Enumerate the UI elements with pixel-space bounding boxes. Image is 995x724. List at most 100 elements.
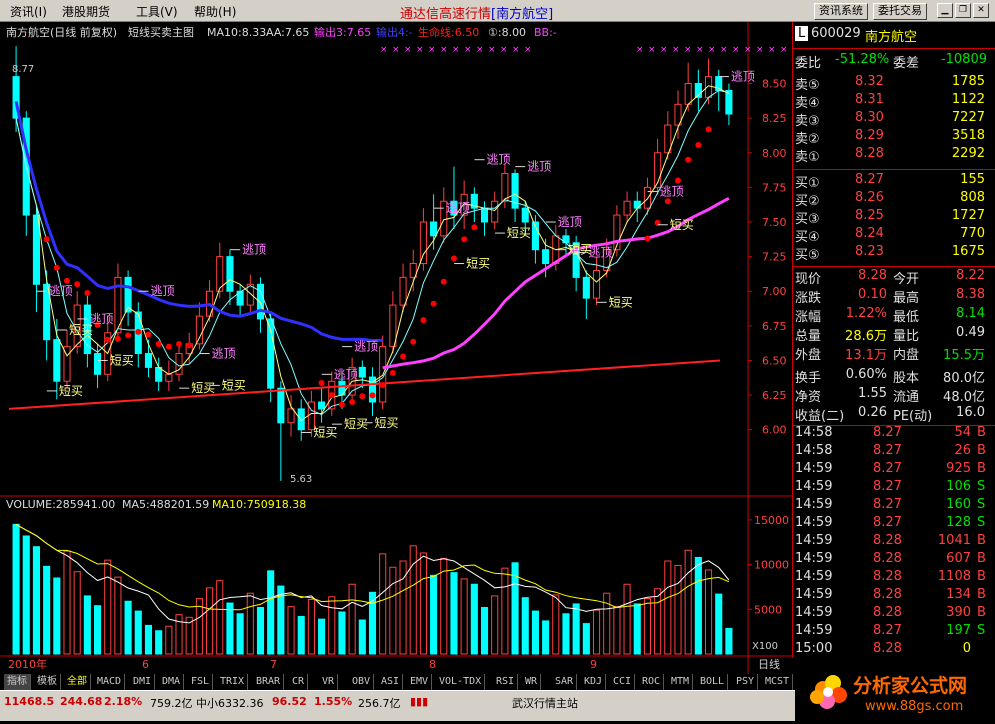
sell-row: 卖② 8.29 3518 xyxy=(793,127,995,147)
tab-rsi[interactable]: RSI xyxy=(493,674,519,690)
buy-price: 8.27 xyxy=(855,172,884,187)
tick-side: S xyxy=(977,515,986,530)
stat-value: 15.5万 xyxy=(943,348,985,363)
tick-price: 8.27 xyxy=(873,461,902,476)
volume-bar xyxy=(114,576,122,655)
life-dot xyxy=(440,278,447,285)
tab-obv[interactable]: OBV xyxy=(349,674,375,690)
tab-vr[interactable]: VR xyxy=(319,674,339,690)
tab-kdj[interactable]: KDJ xyxy=(581,674,607,690)
volume-bar xyxy=(155,630,163,655)
tab-trix[interactable]: TRIX xyxy=(217,674,249,690)
escape-top-label: 逃顶 xyxy=(150,284,174,298)
menu-hk-futures[interactable]: 港股期货 xyxy=(62,3,110,20)
info-system-button[interactable]: 资讯系统 xyxy=(814,3,868,20)
tab-asi[interactable]: ASI xyxy=(378,674,404,690)
minimize-icon[interactable]: ▁ xyxy=(937,3,953,18)
tab-wr[interactable]: WR xyxy=(522,674,542,690)
tab-fsl[interactable]: FSL xyxy=(188,674,214,690)
tab-macd[interactable]: MACD xyxy=(94,674,126,690)
candle-body xyxy=(430,221,438,237)
tab-模板[interactable]: 模板 xyxy=(34,674,61,690)
sell-price: 8.29 xyxy=(855,128,884,143)
menu-help[interactable]: 帮助(H) xyxy=(194,3,236,20)
tick-volume: 1108 xyxy=(937,569,971,584)
menu-info[interactable]: 资讯(I) xyxy=(10,3,47,20)
short-buy-label: 短买 xyxy=(609,295,633,309)
tab-boll[interactable]: BOLL xyxy=(697,674,729,690)
tick-time: 14:58 xyxy=(795,425,833,440)
life-dot xyxy=(685,156,692,163)
volume-bar xyxy=(725,627,733,655)
volume-bar xyxy=(12,523,20,655)
volume-bar xyxy=(328,596,336,655)
tab-cci[interactable]: CCI xyxy=(610,674,636,690)
menu-tools[interactable]: 工具(V) xyxy=(136,3,178,20)
escape-top-label: 逃顶 xyxy=(49,284,73,298)
volume-bar xyxy=(389,566,397,655)
app-title-stock: [南方航空] xyxy=(491,7,554,22)
volume-bar xyxy=(674,564,682,655)
volume-bar xyxy=(450,572,458,655)
short-buy-label: 短买 xyxy=(466,257,490,271)
volume-bar xyxy=(287,606,295,655)
close-icon[interactable]: ✕ xyxy=(973,3,989,18)
stat-value: 1.22% xyxy=(845,306,887,321)
life-dot xyxy=(369,392,376,399)
volume-bar xyxy=(53,577,61,655)
escape-top-label: 逃顶 xyxy=(242,243,266,257)
life-dot xyxy=(43,236,50,243)
signal-marker: × xyxy=(476,45,484,55)
tab-mtm[interactable]: MTM xyxy=(668,674,694,690)
stat-label: PE(动) xyxy=(893,409,933,424)
volume-bar xyxy=(63,550,71,655)
tick-volume: 134 xyxy=(946,587,971,602)
volume-bar xyxy=(491,595,499,655)
candle-body xyxy=(165,373,173,382)
tick-time: 14:59 xyxy=(795,533,833,548)
candle-body xyxy=(318,401,326,410)
escape-top-label: 逃顶 xyxy=(334,367,358,381)
stat-label: 今开 xyxy=(893,272,920,287)
tab-brar[interactable]: BRAR xyxy=(253,674,285,690)
signal-marker: × xyxy=(672,45,680,55)
stat-row: 净资 1.55 流通 48.0亿 xyxy=(793,385,995,405)
escape-top-label: 逃顶 xyxy=(354,340,378,354)
tab-sar[interactable]: SAR xyxy=(552,674,578,690)
tick-row: 14:59 8.27 128 S xyxy=(793,514,995,532)
candle-body xyxy=(277,387,285,424)
candle-body xyxy=(643,186,651,209)
tab-cr[interactable]: CR xyxy=(289,674,309,690)
buy-volume: 1727 xyxy=(951,208,985,223)
life-dot xyxy=(359,393,366,400)
trade-button[interactable]: 委托交易 xyxy=(873,3,927,20)
stat-row: 总量 28.6万 量比 0.49 xyxy=(793,324,995,344)
site-logo: 分析家公式网 www.88gs.com xyxy=(795,665,995,721)
volume-bar xyxy=(715,593,723,655)
tab-指标[interactable]: 指标 xyxy=(4,674,31,690)
stock-name: 南方航空 xyxy=(865,30,918,45)
short-buy-label: 短买 xyxy=(313,425,337,439)
sell-volume: 3518 xyxy=(951,128,985,143)
signal-marker: × xyxy=(440,45,448,55)
signal-marker: × xyxy=(488,45,496,55)
escape-top-label: 逃顶 xyxy=(89,312,113,326)
tab-dmi[interactable]: DMI xyxy=(130,674,156,690)
candle-body xyxy=(623,200,631,216)
tab-psy[interactable]: PSY xyxy=(733,674,759,690)
volume-bar xyxy=(236,613,244,655)
x-label-1: 6 xyxy=(142,658,149,671)
tab-dma[interactable]: DMA xyxy=(159,674,185,690)
logo-text: 分析家公式网 xyxy=(853,675,968,697)
signal-marker: × xyxy=(660,45,668,55)
tab-vol-tdx[interactable]: VOL-TDX xyxy=(436,674,486,690)
tab-roc[interactable]: ROC xyxy=(639,674,665,690)
tab-全部[interactable]: 全部 xyxy=(64,674,91,690)
volume-bar xyxy=(32,546,41,655)
signal-marker: × xyxy=(452,45,460,55)
kline-chart[interactable]: 逃顶短买逃顶逃顶短买短买 短买逃顶短买逃顶短买短买 短买逃顶逃顶逃顶逃顶短买逃顶短买… xyxy=(0,22,792,674)
tab-mcst[interactable]: MCST xyxy=(762,674,794,690)
restore-icon[interactable]: ❐ xyxy=(955,3,971,18)
tab-emv[interactable]: EMV xyxy=(407,674,433,690)
signal-marker: × xyxy=(636,45,644,55)
